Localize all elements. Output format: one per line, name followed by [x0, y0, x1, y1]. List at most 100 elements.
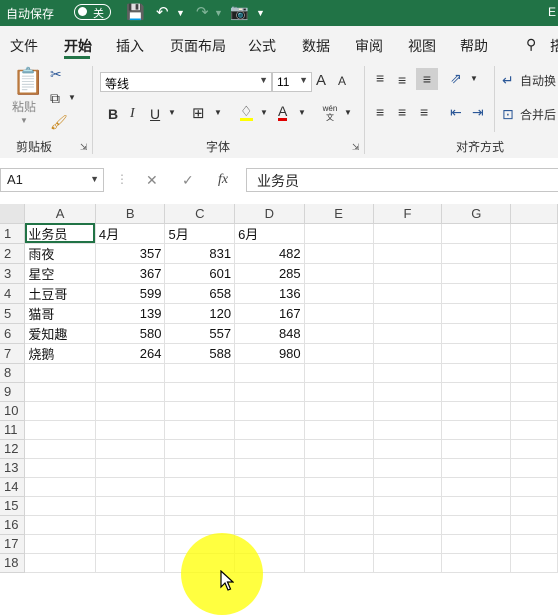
underline-dropdown-icon[interactable]: ▼ — [168, 108, 176, 117]
cell-e14[interactable] — [304, 477, 374, 497]
clipboard-launcher-icon[interactable]: ⇲ — [80, 142, 88, 153]
cancel-icon[interactable]: ✕ — [146, 172, 158, 189]
redo-icon[interactable]: ↷ — [196, 3, 209, 21]
cell-b11[interactable] — [95, 420, 166, 440]
cell-d15[interactable] — [234, 496, 305, 516]
cell-overflow[interactable] — [510, 439, 558, 459]
font-color-dropdown-icon[interactable]: ▼ — [298, 108, 306, 117]
cell-b18[interactable] — [95, 553, 166, 573]
cell-f2[interactable] — [373, 243, 443, 264]
row-header[interactable]: 11 — [0, 420, 26, 440]
cell-overflow[interactable] — [510, 343, 558, 364]
cell-b4[interactable]: 599 — [95, 283, 166, 304]
cell-e1[interactable] — [304, 223, 374, 244]
cell-g13[interactable] — [441, 458, 512, 478]
cell-overflow[interactable] — [510, 283, 558, 304]
cell-f14[interactable] — [373, 477, 443, 497]
paste-label[interactable]: 粘贴 — [12, 98, 36, 115]
cell-g12[interactable] — [441, 439, 512, 459]
cell-d16[interactable] — [234, 515, 305, 535]
cell-f16[interactable] — [373, 515, 443, 535]
cell-a17[interactable] — [24, 534, 96, 554]
cell-f13[interactable] — [373, 458, 443, 478]
cell-c11[interactable] — [164, 420, 236, 440]
cell-d14[interactable] — [234, 477, 305, 497]
cell-f7[interactable] — [373, 343, 443, 364]
column-header[interactable]: C — [164, 204, 236, 224]
cell-e16[interactable] — [304, 515, 374, 535]
cell-b12[interactable] — [95, 439, 166, 459]
cell-f12[interactable] — [373, 439, 443, 459]
cell-f6[interactable] — [373, 323, 443, 344]
cell-e6[interactable] — [304, 323, 374, 344]
format-painter-icon[interactable]: 🖌 — [50, 114, 68, 131]
row-header[interactable]: 8 — [0, 363, 26, 383]
paste-dropdown-icon[interactable]: ▼ — [20, 116, 28, 125]
cell-c15[interactable] — [164, 496, 236, 516]
cell-overflow[interactable] — [510, 534, 558, 554]
cell-d11[interactable] — [234, 420, 305, 440]
phonetic-dropdown-icon[interactable]: ▼ — [344, 108, 352, 117]
cell-b9[interactable] — [95, 382, 166, 402]
cell-g18[interactable] — [441, 553, 512, 573]
cell-b13[interactable] — [95, 458, 166, 478]
cell-a6[interactable]: 爱知趣 — [24, 323, 96, 344]
tab-review[interactable]: 审阅 — [355, 36, 383, 56]
cell-d10[interactable] — [234, 401, 305, 421]
column-header[interactable]: F — [373, 204, 443, 224]
cell-f8[interactable] — [373, 363, 443, 383]
select-all-corner[interactable] — [0, 204, 26, 224]
cell-d5[interactable]: 167 — [234, 303, 305, 324]
tab-page-layout[interactable]: 页面布局 — [170, 36, 226, 56]
cell-g17[interactable] — [441, 534, 512, 554]
cell-a16[interactable] — [24, 515, 96, 535]
font-size-combo[interactable]: 11 ▼ — [272, 72, 312, 92]
cell-f10[interactable] — [373, 401, 443, 421]
cell-c1[interactable]: 5月 — [164, 223, 236, 244]
row-header[interactable]: 17 — [0, 534, 26, 554]
tab-file[interactable]: 文件 — [10, 36, 38, 56]
cell-overflow[interactable] — [510, 458, 558, 478]
cell-a8[interactable] — [24, 363, 96, 383]
phonetic-icon[interactable]: wén文 — [320, 104, 340, 122]
font-name-combo[interactable]: 等线 ▼ — [100, 72, 272, 92]
row-header[interactable]: 10 — [0, 401, 26, 421]
tab-data[interactable]: 数据 — [302, 36, 330, 56]
cell-c3[interactable]: 601 — [164, 263, 236, 284]
save-icon[interactable]: 💾 — [126, 3, 145, 21]
column-header[interactable]: E — [304, 204, 374, 224]
cell-d4[interactable]: 136 — [234, 283, 305, 304]
cell-e2[interactable] — [304, 243, 374, 264]
customize-qat-icon[interactable]: ▼ — [256, 8, 265, 18]
merge-center-label[interactable]: 合并后 — [520, 106, 556, 123]
cell-e8[interactable] — [304, 363, 374, 383]
copy-icon[interactable]: ⧉ — [50, 90, 60, 107]
insert-function-icon[interactable]: fx — [218, 172, 228, 188]
wrap-text-label[interactable]: 自动换 — [520, 72, 556, 89]
align-right-icon[interactable]: ≡ — [420, 104, 428, 120]
cell-e13[interactable] — [304, 458, 374, 478]
cell-d8[interactable] — [234, 363, 305, 383]
column-header[interactable]: G — [441, 204, 512, 224]
decrease-indent-icon[interactable]: ⇤ — [450, 104, 462, 121]
cell-b10[interactable] — [95, 401, 166, 421]
bold-button[interactable]: B — [108, 106, 118, 122]
cell-a7[interactable]: 烧鹅 — [24, 343, 96, 364]
cell-a10[interactable] — [24, 401, 96, 421]
autosave-toggle[interactable]: 关 — [74, 4, 111, 20]
merge-center-icon[interactable]: ⊡ — [502, 106, 514, 123]
cell-d1[interactable]: 6月 — [234, 223, 305, 244]
cell-d13[interactable] — [234, 458, 305, 478]
redo-dropdown-icon[interactable]: ▼ — [214, 8, 223, 18]
enter-icon[interactable]: ✓ — [182, 172, 194, 189]
font-color-icon[interactable]: A — [278, 104, 288, 121]
cell-d2[interactable]: 482 — [234, 243, 305, 264]
cell-e12[interactable] — [304, 439, 374, 459]
row-header[interactable]: 5 — [0, 303, 26, 324]
cell-f18[interactable] — [373, 553, 443, 573]
cell-d6[interactable]: 848 — [234, 323, 305, 344]
font-name-dropdown-icon[interactable]: ▼ — [259, 75, 268, 85]
decrease-font-icon[interactable]: A — [338, 74, 346, 88]
align-left-icon[interactable]: ≡ — [376, 104, 384, 120]
cell-g14[interactable] — [441, 477, 512, 497]
